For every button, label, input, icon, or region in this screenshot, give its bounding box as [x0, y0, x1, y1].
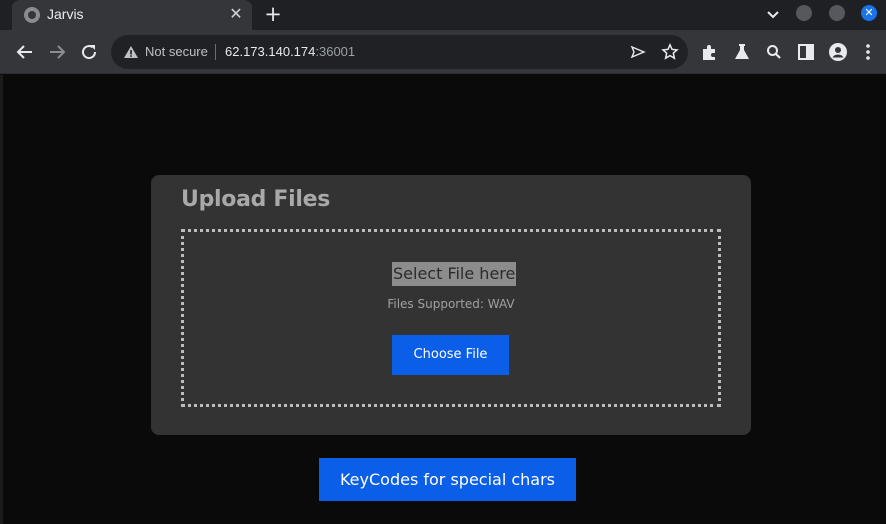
file-dropzone[interactable]: Select File here Files Supported: WAV Ch…: [181, 229, 721, 407]
supported-formats-text: Files Supported: WAV: [387, 297, 515, 311]
profile-avatar-icon[interactable]: [828, 42, 848, 62]
minimize-button[interactable]: [796, 5, 812, 21]
choose-file-button[interactable]: Choose File: [392, 335, 509, 375]
url-port: :36001: [315, 44, 356, 59]
browser-tab[interactable]: Jarvis ✕: [12, 0, 252, 30]
bookmark-star-icon[interactable]: [661, 43, 679, 61]
warning-icon[interactable]: [123, 44, 139, 60]
window-close-button[interactable]: ✕: [861, 5, 877, 21]
new-tab-button[interactable]: +: [262, 3, 284, 25]
browser-toolbar: Not secure 62.173.140.174:36001: [0, 30, 886, 74]
reload-icon[interactable]: [77, 40, 101, 64]
tab-strip: Jarvis ✕ + ✕: [0, 0, 886, 30]
extensions-puzzle-icon[interactable]: [700, 42, 720, 62]
address-divider: [215, 44, 216, 60]
address-bar[interactable]: Not secure 62.173.140.174:36001: [111, 35, 688, 69]
upload-card: Upload Files Select File here Files Supp…: [151, 175, 751, 435]
globe-icon: [24, 7, 40, 23]
labs-flask-icon[interactable]: [732, 42, 752, 62]
upload-title: Upload Files: [181, 187, 331, 212]
kebab-menu-icon[interactable]: [858, 42, 878, 62]
security-status[interactable]: Not secure: [145, 44, 208, 59]
keycodes-button[interactable]: KeyCodes for special chars: [319, 458, 576, 501]
url-text[interactable]: 62.173.140.174:36001: [225, 44, 355, 59]
forward-arrow-icon[interactable]: [45, 40, 69, 64]
side-panel-icon[interactable]: [796, 42, 816, 62]
maximize-button[interactable]: [829, 5, 845, 21]
back-arrow-icon[interactable]: [13, 40, 37, 64]
search-icon[interactable]: [764, 42, 784, 62]
url-host: 62.173.140.174: [225, 44, 316, 59]
close-tab-icon[interactable]: ✕: [226, 4, 246, 24]
chevron-down-icon[interactable]: [763, 6, 783, 24]
page-viewport: Upload Files Select File here Files Supp…: [0, 75, 886, 524]
send-tab-icon[interactable]: [630, 44, 646, 60]
select-file-label: Select File here: [392, 262, 517, 286]
tab-title: Jarvis: [47, 6, 84, 22]
